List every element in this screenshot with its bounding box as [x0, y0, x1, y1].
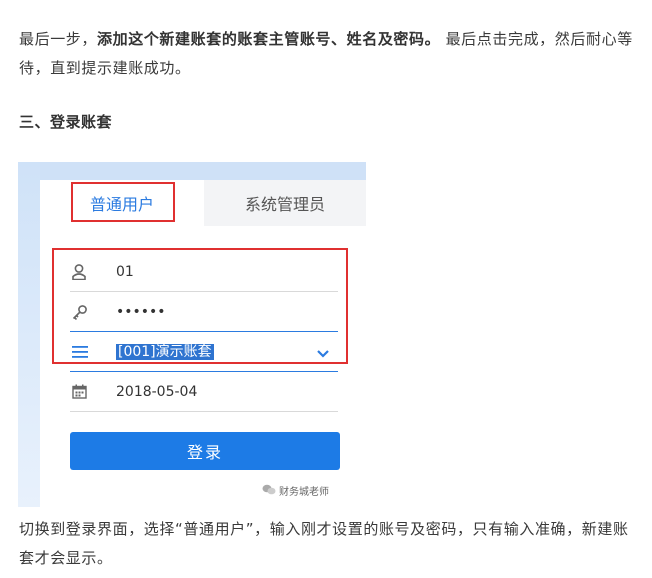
- background-strip: [18, 162, 366, 180]
- tab-system-admin[interactable]: 系统管理员: [204, 180, 366, 226]
- closing-paragraph: 切换到登录界面，选择“普通用户”，输入刚才设置的账号及密码，只有输入准确，新建账…: [19, 520, 629, 567]
- login-button[interactable]: 登录: [70, 432, 340, 470]
- date-value: 2018-05-04: [116, 383, 198, 400]
- login-card: 普通用户 系统管理员 01 •••••• [001]演示账套 2018-05-0…: [40, 180, 366, 507]
- highlight-box-fields: [52, 248, 348, 364]
- highlight-box-tab: [71, 182, 175, 222]
- login-tabs: 普通用户 系统管理员: [40, 180, 366, 226]
- tab-system-admin-label: 系统管理员: [244, 195, 325, 214]
- calendar-icon: [70, 384, 116, 399]
- date-field[interactable]: 2018-05-04: [70, 372, 338, 412]
- wechat-icon: [262, 484, 276, 498]
- intro-bold-text: 添加这个新建账套的账套主管账号、姓名及密码。: [97, 30, 441, 48]
- watermark: 财务城老师: [262, 483, 329, 498]
- watermark-text: 财务城老师: [279, 487, 329, 498]
- section-heading: 三、登录账套: [19, 113, 113, 131]
- intro-paragraph: 最后一步，添加这个新建账套的账套主管账号、姓名及密码。 最后点击完成，然后耐心等…: [19, 25, 639, 83]
- login-screenshot: 普通用户 系统管理员 01 •••••• [001]演示账套 2018-05-0…: [18, 162, 366, 507]
- background-sidebar: [18, 162, 40, 507]
- intro-lead-text: 最后一步，: [19, 30, 98, 48]
